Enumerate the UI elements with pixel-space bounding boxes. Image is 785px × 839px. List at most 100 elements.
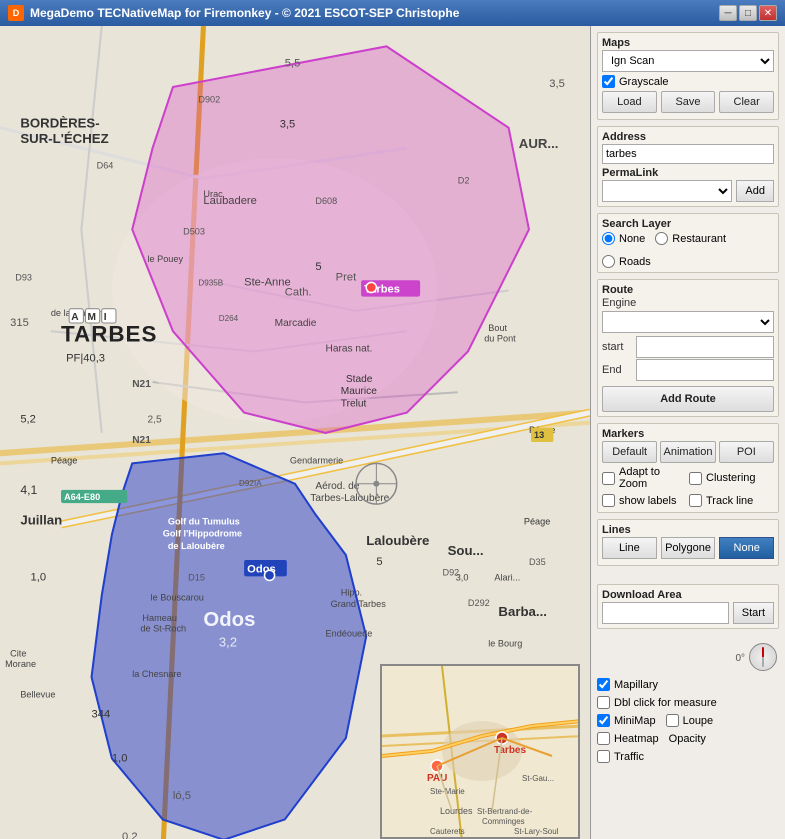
address-input[interactable]	[602, 144, 774, 164]
permalink-add-button[interactable]: Add	[736, 180, 774, 202]
show-labels-label: show labels	[619, 495, 676, 507]
svg-text:Ste-Anne: Ste-Anne	[244, 276, 291, 288]
route-section: Route Engine start End Add Route	[597, 279, 779, 417]
add-route-button[interactable]: Add Route	[602, 386, 774, 412]
permalink-dropdown[interactable]	[602, 180, 732, 202]
svg-text:315: 315	[10, 317, 29, 329]
svg-text:AUR...: AUR...	[519, 136, 559, 151]
radio-none-label: None	[619, 233, 645, 245]
show-labels-row[interactable]: show labels	[602, 494, 687, 507]
clustering-row[interactable]: Clustering	[689, 466, 774, 490]
radio-none[interactable]	[602, 232, 615, 245]
end-input[interactable]	[636, 359, 774, 381]
svg-text:le Bouscarou: le Bouscarou	[151, 593, 204, 603]
start-input[interactable]	[636, 336, 774, 358]
svg-text:D92: D92	[442, 567, 459, 577]
dbl-click-checkbox[interactable]	[597, 696, 610, 709]
save-button[interactable]: Save	[661, 91, 716, 113]
svg-text:D2: D2	[458, 176, 470, 186]
radio-roads[interactable]	[602, 255, 615, 268]
svg-text:Lourdes: Lourdes	[440, 806, 473, 816]
load-button[interactable]: Load	[602, 91, 657, 113]
svg-text:de Laloubère: de Laloubère	[168, 541, 225, 551]
clustering-checkbox[interactable]	[689, 472, 702, 485]
grayscale-checkbox[interactable]	[602, 75, 615, 88]
grayscale-label: Grayscale	[619, 76, 669, 88]
heatmap-checkbox[interactable]	[597, 732, 610, 745]
compass	[749, 643, 779, 673]
radio-roads-row[interactable]: Roads	[602, 255, 651, 268]
traffic-label: Traffic	[614, 751, 644, 763]
opacity-label: Opacity	[669, 733, 706, 745]
adapt-zoom-checkbox[interactable]	[602, 472, 615, 485]
markers-section: Markers Default Animation POI Adapt to Z…	[597, 423, 779, 513]
start-download-button[interactable]: Start	[733, 602, 774, 624]
animation-button[interactable]: Animation	[660, 441, 715, 463]
adapt-zoom-row[interactable]: Adapt to Zoom	[602, 466, 687, 490]
svg-text:Stade: Stade	[346, 374, 373, 385]
clear-button[interactable]: Clear	[719, 91, 774, 113]
track-line-checkbox[interactable]	[689, 494, 702, 507]
traffic-checkbox[interactable]	[597, 750, 610, 763]
map-area[interactable]: TARBES PF|40,3 BORDÈRES- SUR-L'ÉCHEZ Lau…	[0, 26, 590, 839]
address-label: Address	[602, 131, 774, 143]
line-button[interactable]: Line	[602, 537, 657, 559]
mapillary-checkbox[interactable]	[597, 678, 610, 691]
track-line-row[interactable]: Track line	[689, 494, 774, 507]
compass-needle	[762, 647, 764, 667]
svg-text:ló,5: ló,5	[173, 790, 191, 802]
svg-text:Golf l'Hippodrome: Golf l'Hippodrome	[163, 529, 242, 539]
minimize-button[interactable]: ─	[719, 5, 737, 21]
maximize-button[interactable]: □	[739, 5, 757, 21]
svg-text:St-Bertrand-de-: St-Bertrand-de-	[477, 807, 532, 816]
engine-dropdown[interactable]	[602, 311, 774, 333]
minimap-checkbox[interactable]	[597, 714, 610, 727]
radio-none-row[interactable]: None	[602, 232, 645, 245]
svg-text:1,0: 1,0	[112, 752, 128, 764]
svg-text:5,5: 5,5	[285, 58, 301, 70]
svg-text:13: 13	[534, 430, 544, 440]
polygone-button[interactable]: Polygone	[661, 537, 716, 559]
svg-text:Gendarmerie: Gendarmerie	[290, 455, 343, 465]
svg-text:D264: D264	[219, 314, 239, 323]
svg-text:le Pouey: le Pouey	[147, 254, 183, 264]
svg-text:du Pont: du Pont	[484, 333, 516, 343]
heatmap-row[interactable]: Heatmap	[597, 732, 659, 745]
svg-text:A64-E80: A64-E80	[64, 492, 100, 502]
maps-dropdown[interactable]: Ign Scan	[602, 50, 774, 72]
svg-text:Marcadie: Marcadie	[275, 318, 317, 329]
svg-text:4,1: 4,1	[20, 483, 37, 497]
download-input[interactable]	[602, 602, 729, 624]
default-button[interactable]: Default	[602, 441, 657, 463]
download-label: Download Area	[602, 589, 774, 601]
show-labels-checkbox[interactable]	[602, 494, 615, 507]
svg-text:N21: N21	[132, 435, 151, 446]
permalink-label: PermaLink	[602, 167, 774, 179]
svg-text:Trelut: Trelut	[341, 398, 367, 409]
end-label: End	[602, 364, 632, 376]
none-lines-button[interactable]: None	[719, 537, 774, 559]
radio-restaurant[interactable]	[655, 232, 668, 245]
radio-restaurant-row[interactable]: Restaurant	[655, 232, 726, 245]
close-button[interactable]: ✕	[759, 5, 777, 21]
svg-text:St-Gau...: St-Gau...	[522, 774, 554, 783]
sidebar: Maps Ign Scan Grayscale Load Save Clear …	[590, 26, 785, 839]
poi-button[interactable]: POI	[719, 441, 774, 463]
svg-text:de St-Roch: de St-Roch	[140, 623, 186, 633]
svg-text:D35: D35	[529, 557, 546, 567]
svg-text:Golf du Tumulus: Golf du Tumulus	[168, 516, 240, 526]
svg-text:344: 344	[92, 709, 111, 721]
traffic-row[interactable]: Traffic	[597, 750, 779, 763]
app-icon: D	[8, 5, 24, 21]
svg-text:3,5: 3,5	[280, 119, 296, 131]
grayscale-checkbox-row[interactable]: Grayscale	[602, 75, 774, 88]
svg-text:D64: D64	[97, 160, 114, 170]
loupe-checkbox[interactable]	[666, 714, 679, 727]
minimap-row[interactable]: MiniMap	[597, 714, 656, 727]
minimap: PAU Ste-Marie Tarbes Lourdes St-Gau... S…	[380, 664, 580, 839]
svg-text:le Bourg: le Bourg	[488, 639, 522, 649]
dbl-click-row[interactable]: Dbl click for measure	[597, 696, 779, 709]
mapillary-row[interactable]: Mapillary	[597, 678, 779, 691]
loupe-row[interactable]: Loupe	[666, 714, 714, 727]
svg-text:Cath.: Cath.	[285, 287, 312, 299]
